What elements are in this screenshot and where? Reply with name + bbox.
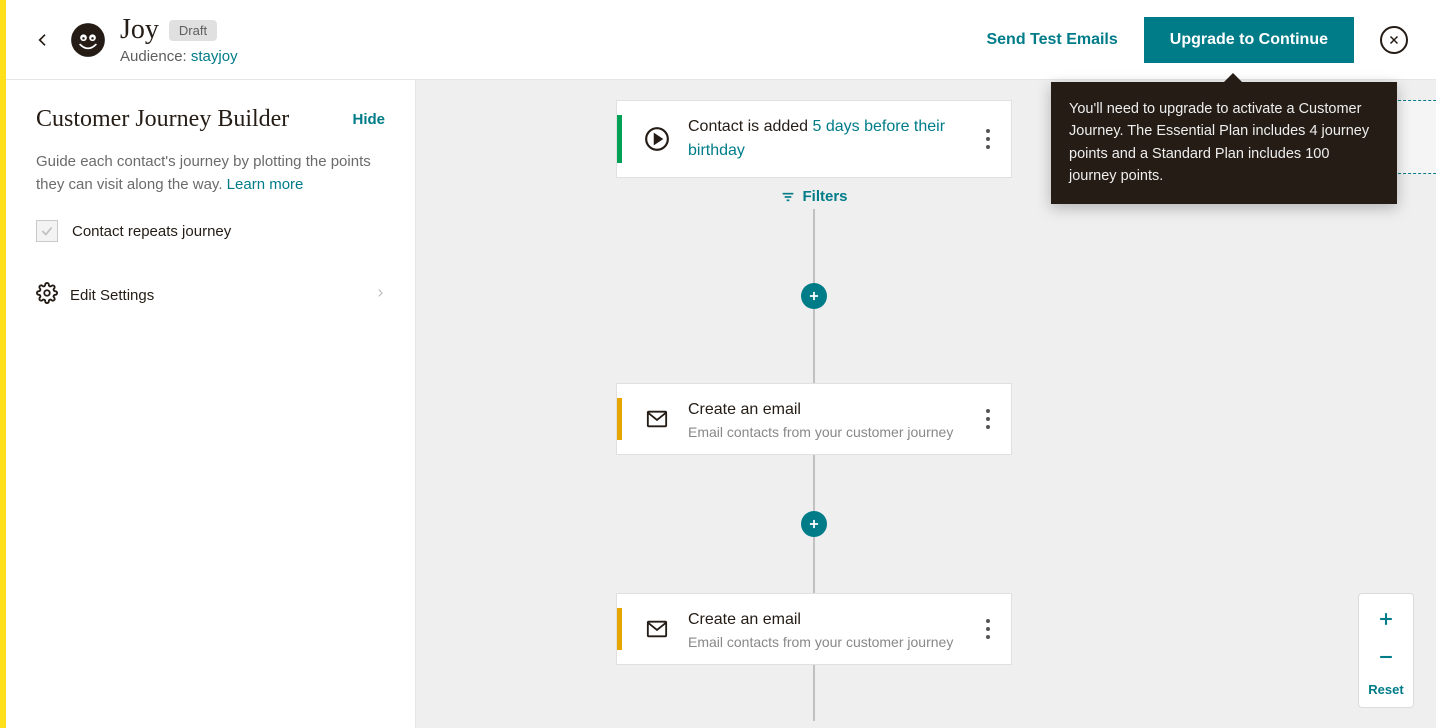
- close-button[interactable]: [1380, 26, 1408, 54]
- step-menu-button[interactable]: [979, 129, 997, 149]
- trigger-title: Contact is added 5 days before their bir…: [688, 115, 979, 163]
- add-step-button[interactable]: [801, 283, 827, 309]
- edit-settings-label: Edit Settings: [70, 287, 363, 304]
- email-step[interactable]: Create an email Email contacts from your…: [616, 383, 1012, 455]
- step-menu-button[interactable]: [979, 619, 997, 639]
- app-header: Joy Draft Audience: stayjoy Send Test Em…: [6, 0, 1436, 80]
- hide-sidebar-link[interactable]: Hide: [352, 111, 385, 128]
- connector-line: [813, 665, 815, 721]
- repeat-journey-checkbox[interactable]: [36, 220, 58, 242]
- status-badge: Draft: [169, 20, 217, 41]
- journey-flow: Contact is added 5 days before their bir…: [614, 100, 1014, 721]
- accent-bar: [617, 608, 622, 650]
- email-step[interactable]: Create an email Email contacts from your…: [616, 593, 1012, 665]
- upgrade-button[interactable]: Upgrade to Continue: [1144, 17, 1354, 63]
- journey-title: Joy: [120, 14, 159, 46]
- mailchimp-logo: [70, 22, 106, 58]
- email-step-subtitle: Email contacts from your customer journe…: [688, 634, 979, 650]
- zoom-reset-button[interactable]: Reset: [1368, 676, 1403, 701]
- audience-label: Audience:: [120, 48, 187, 65]
- zoom-out-button[interactable]: [1359, 638, 1413, 676]
- chevron-right-icon: [375, 286, 385, 305]
- gear-icon: [36, 282, 58, 309]
- sidebar-description: Guide each contact's journey by plotting…: [36, 151, 385, 196]
- sidebar-heading: Customer Journey Builder: [36, 106, 289, 133]
- send-test-emails-link[interactable]: Send Test Emails: [986, 31, 1117, 49]
- repeat-journey-label: Contact repeats journey: [72, 223, 231, 240]
- edit-settings-row[interactable]: Edit Settings: [36, 276, 385, 315]
- connector-line: [813, 537, 815, 593]
- connector-line: [813, 455, 815, 511]
- learn-more-link[interactable]: Learn more: [227, 176, 304, 193]
- email-step-title: Create an email: [688, 608, 979, 632]
- add-step-button[interactable]: [801, 511, 827, 537]
- tooltip-text: You'll need to upgrade to activate a Cus…: [1069, 101, 1369, 184]
- back-button[interactable]: [34, 31, 52, 49]
- step-menu-button[interactable]: [979, 409, 997, 429]
- connector-line: [813, 309, 815, 383]
- audience-link[interactable]: stayjoy: [191, 48, 238, 65]
- email-step-subtitle: Email contacts from your customer journe…: [688, 424, 979, 440]
- email-step-title: Create an email: [688, 398, 979, 422]
- envelope-icon: [638, 610, 676, 648]
- accent-bar: [617, 115, 622, 163]
- audience-row: Audience: stayjoy: [120, 48, 238, 65]
- connector-line: [813, 209, 815, 283]
- zoom-controls: Reset: [1358, 593, 1414, 708]
- upgrade-tooltip: You'll need to upgrade to activate a Cus…: [1051, 82, 1397, 204]
- envelope-icon: [638, 400, 676, 438]
- sidebar: Customer Journey Builder Hide Guide each…: [6, 80, 416, 728]
- zoom-in-button[interactable]: [1359, 600, 1413, 638]
- accent-bar: [617, 398, 622, 440]
- trigger-step[interactable]: Contact is added 5 days before their bir…: [616, 100, 1012, 178]
- filters-link[interactable]: Filters: [780, 188, 847, 205]
- play-icon: [638, 120, 676, 158]
